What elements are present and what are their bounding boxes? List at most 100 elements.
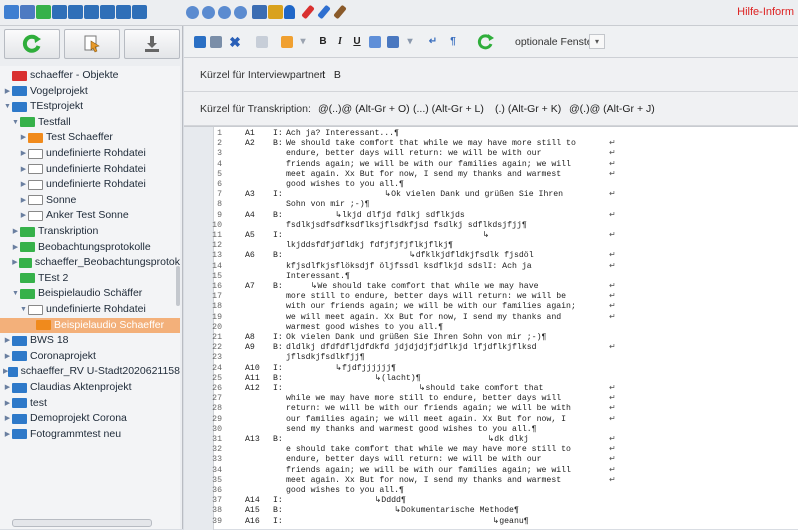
tree-horizontal-scrollbar[interactable]: [12, 519, 152, 527]
transcript-line[interactable]: 1 A1 I: Ach ja? Interessant...¶: [184, 129, 798, 139]
transcript-line[interactable]: 35 meet again. Xx But for now, I send my …: [184, 476, 798, 486]
bar-icon-1[interactable]: [52, 5, 67, 19]
tree-item[interactable]: ▶ schaeffer_Beobachtungsprotok: [0, 255, 180, 270]
expand-arrow-icon[interactable]: ▶: [3, 349, 12, 364]
help-info-link[interactable]: Hilfe-Inform: [737, 6, 794, 18]
transcript-line[interactable]: 26 A12 I: ↳should take comfort that ↵: [184, 384, 798, 394]
expand-arrow-icon[interactable]: ▶: [19, 193, 28, 208]
tree-item[interactable]: ▶ Anker Test Sonne: [0, 208, 180, 223]
transcript-line[interactable]: 32 e should take comfort that while we ma…: [184, 445, 798, 455]
transcript-line[interactable]: 4 friends again; we will be with our fami…: [184, 160, 798, 170]
transcript-line[interactable]: 38 A15 B: ↳Dokumentarische Methode¶: [184, 506, 798, 516]
underline-button[interactable]: U: [351, 36, 363, 48]
transcript-line[interactable]: 24 A10 I: ↳fjdfjjjjjj¶: [184, 364, 798, 374]
paperclip-red-icon[interactable]: [301, 4, 315, 20]
tree-item[interactable]: ▶ Test Schaeffer: [0, 130, 180, 145]
shortcut-2[interactable]: (...) (Alt-Gr + L): [413, 103, 484, 115]
optional-windows-label[interactable]: optionale Fenster: [515, 36, 596, 48]
tree-item[interactable]: Beispielaudio Schaeffer: [0, 317, 180, 333]
tree-item[interactable]: ▶ test: [0, 396, 180, 411]
tree-item[interactable]: ▶ Demoprojekt Corona: [0, 411, 180, 426]
expand-arrow-icon[interactable]: ▶: [3, 396, 12, 411]
bar-icon-6[interactable]: [132, 5, 147, 19]
transcript-line[interactable]: 11 A5 I: ↳ ↵: [184, 231, 798, 241]
bar-icon-3[interactable]: [84, 5, 99, 19]
person-icon[interactable]: [284, 5, 295, 19]
tree-item[interactable]: ▶ undefinierte Rohdatei: [0, 177, 180, 192]
cube-icon[interactable]: [252, 5, 267, 19]
transcript-line[interactable]: 39 A16 I: ↳geanu¶: [184, 517, 798, 527]
transcript-line[interactable]: 7 A3 I: ↳Ok vielen Dank und grüßen Sie Ihr…: [184, 190, 798, 200]
interviewer-value[interactable]: I B: [322, 69, 341, 81]
expand-arrow-icon[interactable]: ▶: [3, 333, 12, 348]
collapse-arrow-icon[interactable]: ▼: [11, 286, 20, 301]
tree-item[interactable]: ▶ Beobachtungsprotokolle: [0, 240, 180, 255]
collapse-arrow-icon[interactable]: ▼: [3, 99, 12, 114]
transcript-line[interactable]: 5 meet again. Xx But for now, I send my t…: [184, 170, 798, 180]
collapse-arrow-icon[interactable]: ▼: [11, 115, 20, 130]
bar-icon-2[interactable]: [68, 5, 83, 19]
expand-arrow-icon[interactable]: ▶: [3, 411, 12, 426]
transcript-line[interactable]: 25 A11 B: ↳(lacht)¶: [184, 374, 798, 384]
tree-item[interactable]: schaeffer - Objekte: [0, 68, 180, 83]
save-as-icon[interactable]: [210, 36, 222, 48]
align-icon[interactable]: [387, 36, 399, 48]
green-book-icon[interactable]: [36, 5, 51, 19]
tree-item[interactable]: ▶ Coronaprojekt: [0, 349, 180, 364]
grid-icon[interactable]: [20, 5, 35, 19]
tree-item[interactable]: ▶ Claudias Aktenprojekt: [0, 380, 180, 395]
expand-arrow-icon[interactable]: ▶: [19, 177, 28, 192]
dropdown-icon[interactable]: ▾: [404, 36, 416, 48]
transcript-line[interactable]: 19 we will meet again. Xx But for now, I …: [184, 313, 798, 323]
play-icon-3[interactable]: [218, 6, 231, 19]
refresh-button[interactable]: [4, 29, 60, 59]
transcript-line[interactable]: 3 endure, better days will return: we wil…: [184, 149, 798, 159]
transcript-line[interactable]: 27 while we may have more still to endure…: [184, 394, 798, 404]
tree-item[interactable]: ▶ undefinierte Rohdatei: [0, 146, 180, 161]
transcript-line[interactable]: 16 A7 B: ↳We should take comfort that whil…: [184, 282, 798, 292]
transcript-line[interactable]: 29 our families again; we will meet again…: [184, 415, 798, 425]
transcript-line[interactable]: 21 A8 I: Ok vielen Dank und grüßen Sie Ihre…: [184, 333, 798, 343]
import-button[interactable]: [124, 29, 180, 59]
expand-arrow-icon[interactable]: ▶: [3, 380, 12, 395]
bar-icon-4[interactable]: [100, 5, 115, 19]
return-icon[interactable]: ↵: [427, 36, 439, 48]
expand-arrow-icon[interactable]: ▶: [11, 240, 20, 255]
paste-icon[interactable]: [281, 36, 293, 48]
expand-arrow-icon[interactable]: ▶: [11, 224, 20, 239]
format-dropdown-icon[interactable]: ▾: [297, 36, 309, 48]
transcript-line[interactable]: 2 A2 B: We should take comfort that while w…: [184, 139, 798, 149]
shortcut-1[interactable]: @(..)@ (Alt-Gr + O): [318, 103, 410, 115]
tree-item[interactable]: ▼ TEstprojekt: [0, 99, 180, 114]
refresh-small-icon[interactable]: [477, 34, 495, 50]
expand-arrow-icon[interactable]: ▶: [3, 427, 12, 442]
copy-icon[interactable]: [256, 36, 268, 48]
transcript-line[interactable]: 22 A9 B: dldlkj dfdfdfljdfdkfd jdjdjdjfjdfl…: [184, 343, 798, 353]
transcript-line[interactable]: 13 A6 B: ↳dfklkjdfldkjfsdlk fjsdöl ↵: [184, 251, 798, 261]
tree-item[interactable]: ▶ Vogelprojekt: [0, 84, 180, 99]
tree-item[interactable]: ▶ schaeffer_RV U-Stadt2020621158: [0, 364, 180, 379]
italic-button[interactable]: I: [334, 36, 346, 48]
expand-arrow-icon[interactable]: ▶: [3, 84, 12, 99]
play-icon-2[interactable]: [202, 6, 215, 19]
navigate-button[interactable]: [64, 29, 120, 59]
bold-button[interactable]: B: [317, 36, 329, 48]
tree-item[interactable]: ▶ Fotogrammtest neu: [0, 427, 180, 442]
gear-icon[interactable]: [268, 5, 283, 19]
transcript-line[interactable]: 6 good wishes to you all.¶: [184, 180, 798, 190]
transcript-line[interactable]: 33 endure, better days will return: we wi…: [184, 455, 798, 465]
tree-item[interactable]: ▼ undefinierte Rohdatei: [0, 302, 180, 317]
collapse-arrow-icon[interactable]: ▼: [19, 302, 28, 317]
home-icon[interactable]: [4, 5, 19, 19]
optional-windows-dropdown[interactable]: ▾: [589, 34, 605, 49]
transcript-line[interactable]: 17 more still to endure, better days will…: [184, 292, 798, 302]
transcript-line[interactable]: 9 A4 B: ↳lkjd dlfjd fdlkj sdflkjds ↵: [184, 211, 798, 221]
shortcut-3[interactable]: (.) (Alt-Gr + K): [495, 103, 561, 115]
paperclip-blue-icon[interactable]: [317, 4, 331, 20]
play-icon-4[interactable]: [234, 6, 247, 19]
transcript-line[interactable]: 31 A13 B: ↳dk dlkj ↵: [184, 435, 798, 445]
pen-icon[interactable]: [333, 4, 347, 20]
transcript-line[interactable]: 20 warmest good wishes to you all.¶: [184, 323, 798, 333]
transcript-line[interactable]: 34 friends again; we will be with our fam…: [184, 466, 798, 476]
tree-item[interactable]: ▶ undefinierte Rohdatei: [0, 162, 180, 177]
